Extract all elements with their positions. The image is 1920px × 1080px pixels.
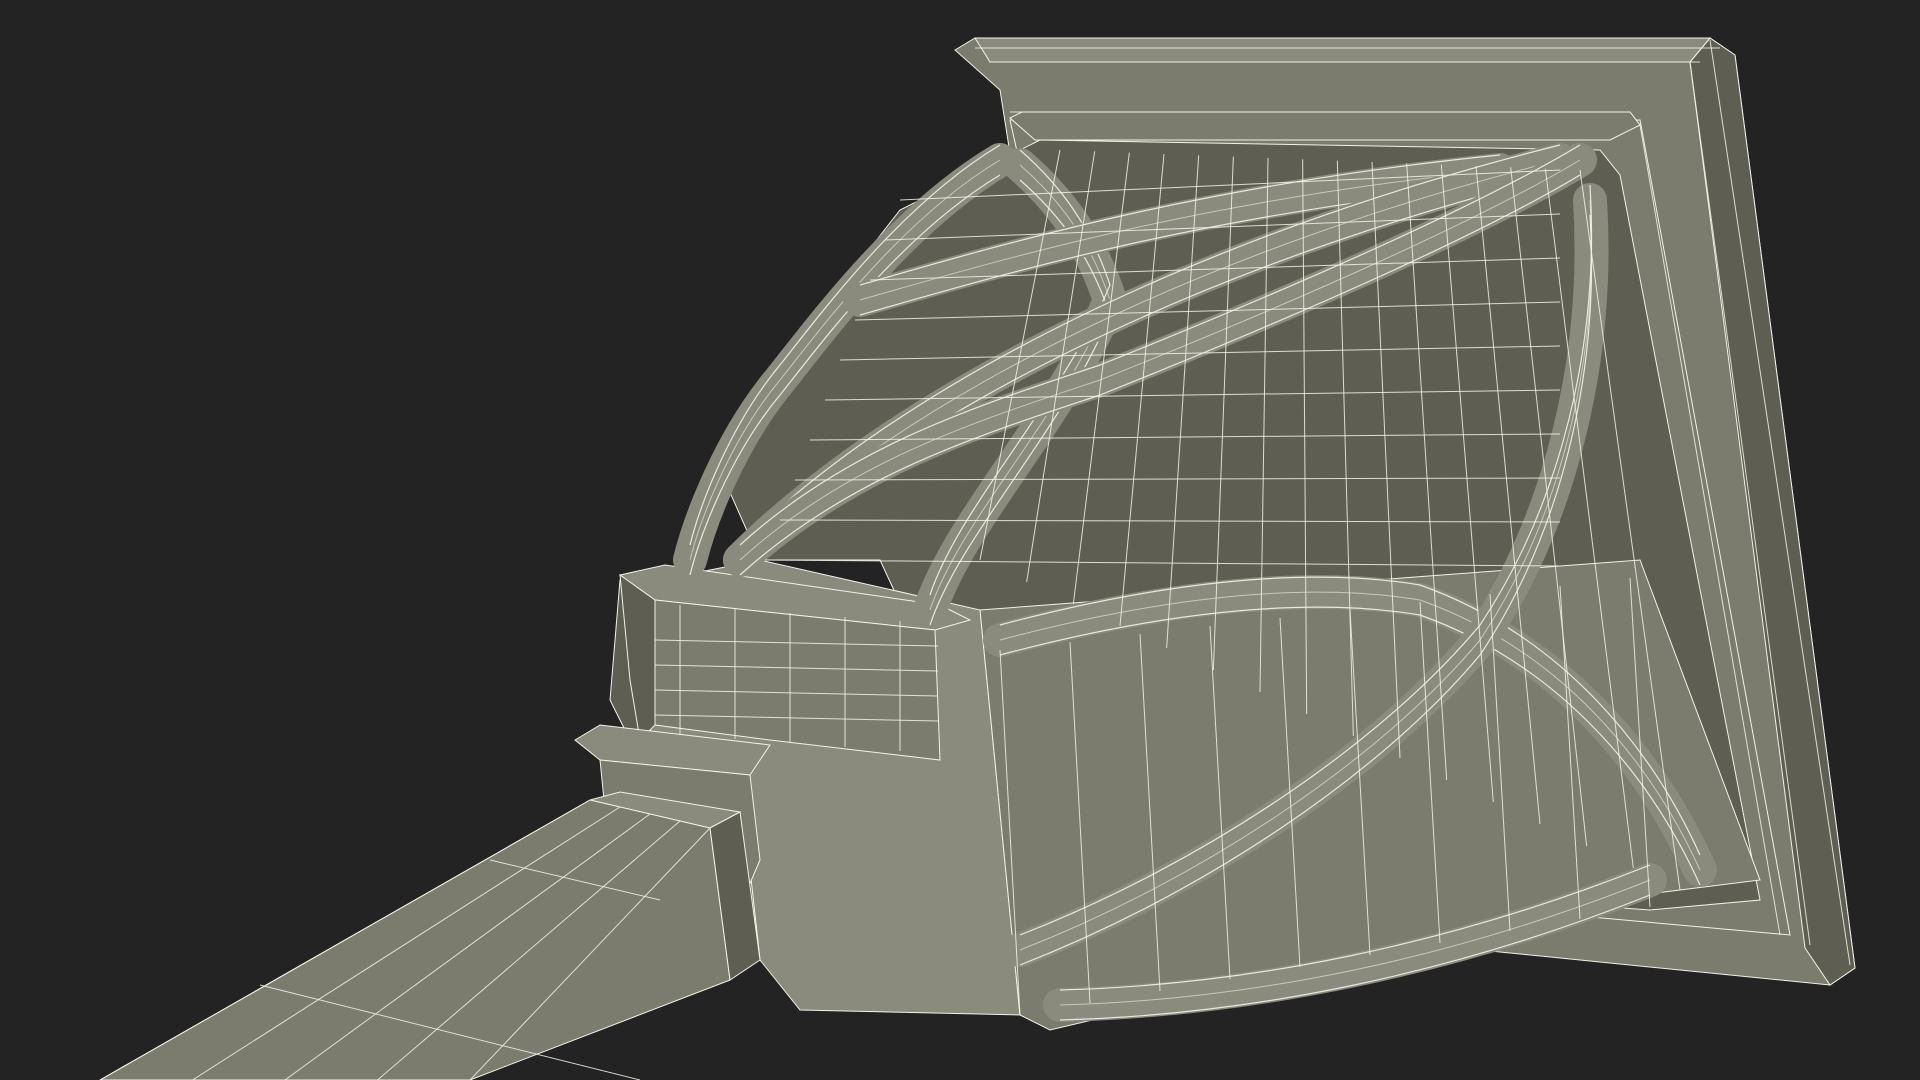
rod — [98, 791, 761, 1080]
render-viewport — [0, 0, 1920, 1080]
wireframe-render — [98, 37, 1856, 1080]
